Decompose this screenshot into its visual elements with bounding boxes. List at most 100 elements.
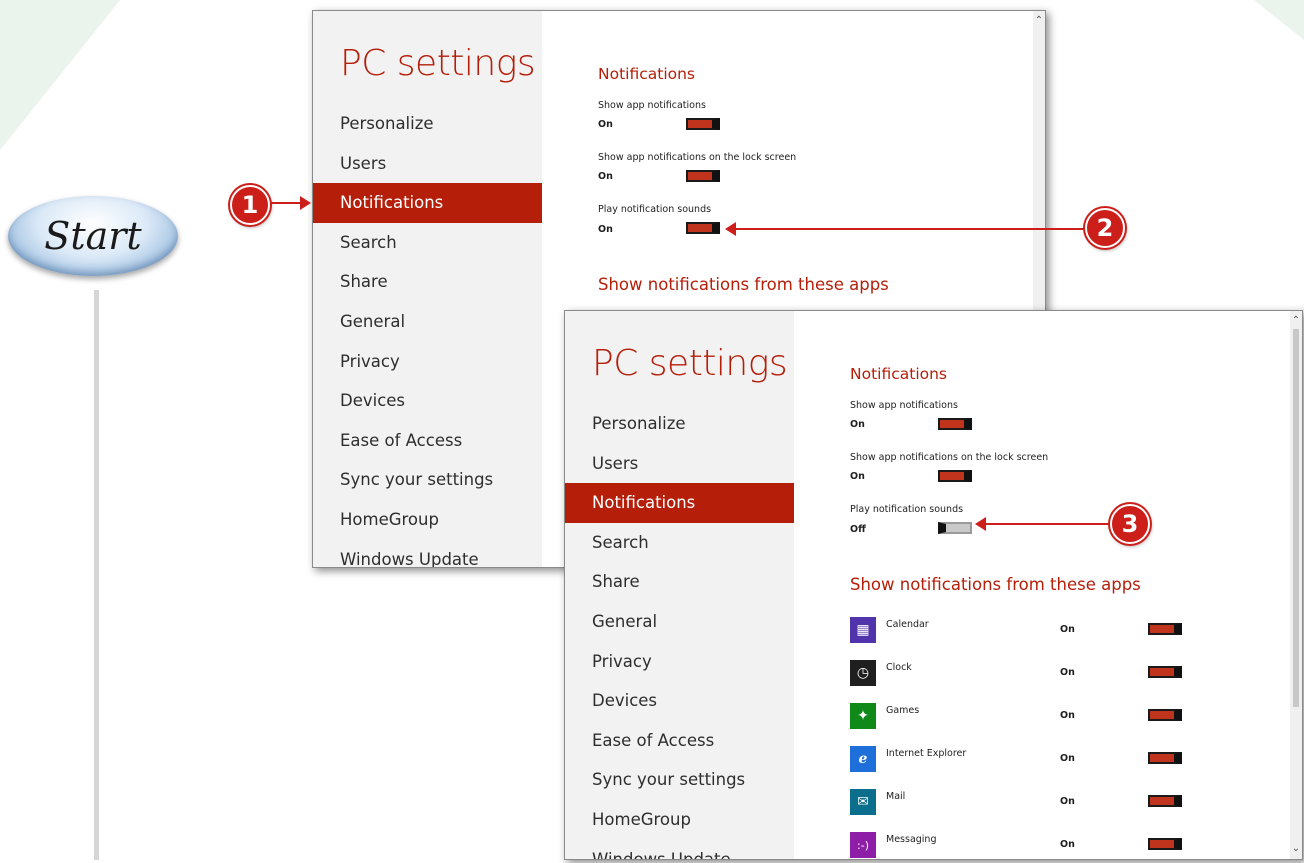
pc-settings-window-after: PC settings Personalize Users Notificati…	[564, 310, 1303, 860]
sidebar-item-general[interactable]: General	[565, 602, 794, 642]
toggle-messaging[interactable]	[1148, 838, 1182, 850]
sidebar-item-users[interactable]: Users	[565, 444, 794, 484]
sidebar-item-general[interactable]: General	[313, 302, 542, 342]
settings-content: Notifications Show app notifications On …	[794, 311, 1290, 859]
scroll-up-icon[interactable]: ⌃	[1033, 15, 1045, 27]
sidebar-item-privacy[interactable]: Privacy	[313, 342, 542, 382]
callout-2: 2	[1085, 208, 1125, 248]
app-row-internet-explorer: e Internet Explorer On	[850, 746, 1250, 776]
toggle-calendar[interactable]	[1148, 623, 1182, 635]
app-name: Games	[886, 705, 920, 716]
app-name: Clock	[886, 662, 912, 673]
toggle-mail[interactable]	[1148, 795, 1182, 807]
toggle-lock-screen-notifications[interactable]	[686, 170, 720, 182]
app-state: On	[1060, 624, 1075, 635]
scroll-up-icon[interactable]: ⌃	[1290, 315, 1302, 327]
app-state: On	[1060, 839, 1075, 850]
sidebar-item-personalize[interactable]: Personalize	[565, 404, 794, 444]
sidebar-item-notifications[interactable]: Notifications	[313, 183, 542, 223]
option-state: Off	[850, 524, 866, 535]
option-label: Play notification sounds	[850, 504, 964, 515]
settings-nav: Personalize Users Notifications Search S…	[565, 404, 794, 859]
callout-3-arrow	[985, 523, 1110, 525]
callout-1-arrow	[270, 202, 300, 204]
settings-sidebar: PC settings Personalize Users Notificati…	[565, 311, 794, 859]
app-state: On	[1060, 667, 1075, 678]
clock-icon: ◷	[850, 660, 876, 686]
settings-nav: Personalize Users Notifications Search S…	[313, 104, 542, 567]
start-badge: Start	[8, 196, 178, 276]
sidebar-item-personalize[interactable]: Personalize	[313, 104, 542, 144]
section-heading: Notifications	[850, 365, 948, 383]
sidebar-item-devices[interactable]: Devices	[565, 681, 794, 721]
decorative-corner	[1254, 0, 1304, 40]
app-row-mail: ✉ Mail On	[850, 789, 1250, 819]
option-label: Show app notifications	[850, 400, 958, 411]
step-line	[94, 290, 99, 860]
app-state: On	[1060, 710, 1075, 721]
section-heading: Notifications	[598, 65, 696, 83]
toggle-notification-sounds[interactable]	[938, 522, 972, 534]
app-state: On	[1060, 753, 1075, 764]
sidebar-item-share[interactable]: Share	[313, 262, 542, 302]
page-title: PC settings	[592, 343, 788, 384]
option-state: On	[598, 171, 613, 182]
sidebar-item-homegroup[interactable]: HomeGroup	[313, 500, 542, 540]
sidebar-item-notifications[interactable]: Notifications	[565, 483, 794, 523]
sidebar-item-windows-update[interactable]: Windows Update	[565, 840, 794, 859]
option-state: On	[850, 471, 865, 482]
option-state: On	[598, 224, 613, 235]
app-row-messaging: :-) Messaging On	[850, 832, 1250, 859]
toggle-internet-explorer[interactable]	[1148, 752, 1182, 764]
app-name: Internet Explorer	[886, 748, 967, 759]
app-name: Calendar	[886, 619, 929, 630]
messaging-icon: :-)	[850, 832, 876, 858]
option-label: Show app notifications on the lock scree…	[850, 452, 1049, 463]
start-label: Start	[44, 214, 142, 258]
toggle-clock[interactable]	[1148, 666, 1182, 678]
games-icon: ✦	[850, 703, 876, 729]
option-state: On	[598, 119, 613, 130]
arrow-right-icon	[300, 196, 311, 210]
sidebar-item-devices[interactable]: Devices	[313, 381, 542, 421]
sidebar-item-homegroup[interactable]: HomeGroup	[565, 800, 794, 840]
sidebar-item-privacy[interactable]: Privacy	[565, 642, 794, 682]
scrollbar[interactable]: ⌃ ⌄	[1290, 311, 1302, 859]
option-label: Play notification sounds	[598, 204, 712, 215]
app-name: Mail	[886, 791, 906, 802]
sidebar-item-windows-update[interactable]: Windows Update	[313, 540, 542, 567]
toggle-lock-screen-notifications[interactable]	[938, 470, 972, 482]
sidebar-item-search[interactable]: Search	[313, 223, 542, 263]
sidebar-item-search[interactable]: Search	[565, 523, 794, 563]
app-state: On	[1060, 796, 1075, 807]
toggle-notification-sounds[interactable]	[686, 222, 720, 234]
settings-sidebar: PC settings Personalize Users Notificati…	[313, 11, 542, 567]
app-row-clock: ◷ Clock On	[850, 660, 1250, 690]
option-state: On	[850, 419, 865, 430]
page-title: PC settings	[340, 43, 536, 84]
callout-2-arrow	[735, 228, 1085, 230]
callout-3: 3	[1110, 504, 1150, 544]
calendar-icon: ▦	[850, 617, 876, 643]
toggle-show-app-notifications[interactable]	[938, 418, 972, 430]
sidebar-item-ease-of-access[interactable]: Ease of Access	[313, 421, 542, 461]
app-name: Messaging	[886, 834, 937, 845]
callout-1: 1	[230, 185, 270, 225]
sidebar-item-sync-settings[interactable]: Sync your settings	[565, 760, 794, 800]
decorative-corner	[0, 0, 120, 150]
sidebar-item-sync-settings[interactable]: Sync your settings	[313, 460, 542, 500]
scroll-thumb[interactable]	[1293, 329, 1299, 707]
sidebar-item-users[interactable]: Users	[313, 144, 542, 184]
app-row-games: ✦ Games On	[850, 703, 1250, 733]
internet-explorer-icon: e	[850, 746, 876, 772]
sidebar-item-ease-of-access[interactable]: Ease of Access	[565, 721, 794, 761]
sidebar-item-share[interactable]: Share	[565, 562, 794, 602]
apps-heading: Show notifications from these apps	[598, 275, 889, 294]
toggle-show-app-notifications[interactable]	[686, 118, 720, 130]
toggle-games[interactable]	[1148, 709, 1182, 721]
option-label: Show app notifications on the lock scree…	[598, 152, 797, 163]
mail-icon: ✉	[850, 789, 876, 815]
app-row-calendar: ▦ Calendar On	[850, 617, 1250, 647]
scroll-down-icon[interactable]: ⌄	[1290, 843, 1302, 855]
apps-heading: Show notifications from these apps	[850, 575, 1141, 594]
